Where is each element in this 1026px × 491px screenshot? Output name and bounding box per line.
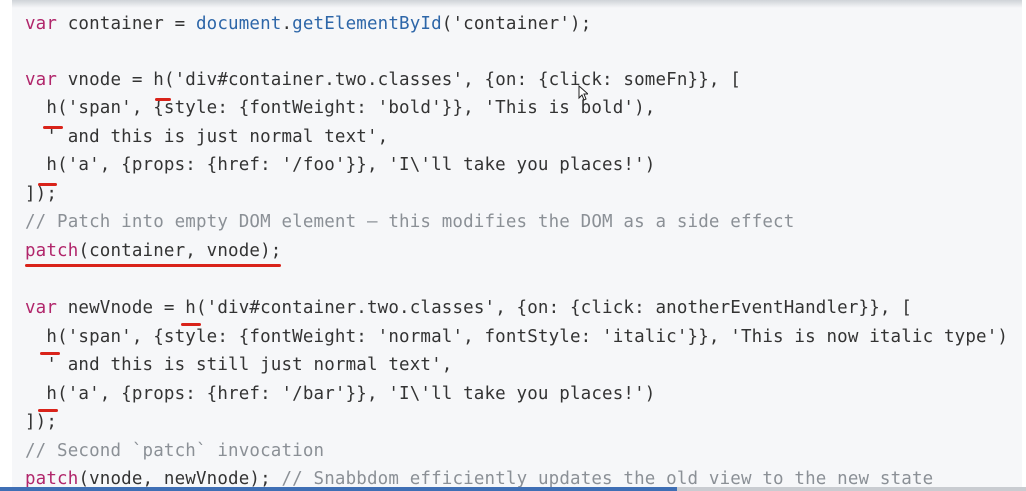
code-line: ' and this is just normal text', [25,123,388,151]
video-progress-fill [0,487,678,491]
code-token: // Second `patch` invocation [25,441,325,461]
code-token: document [195,14,282,34]
annotation-underline-h-5 [40,352,60,355]
code-token: patch [25,241,79,261]
code-token: (vnode, newVnode); [78,469,282,489]
code-token: h [153,70,164,90]
code-token: vnode = [57,70,154,90]
code-token: ]); [25,184,58,204]
annotation-underline-h-4 [181,323,201,326]
code-token: h [25,327,58,347]
code-token: container = [57,14,196,34]
code-token: ('a', {props: {href: '/bar'}}, 'I\'ll ta… [57,384,656,404]
code-token: h [25,384,58,404]
code-line: var vnode = h('div#container.two.classes… [25,66,741,94]
code-token: ('a', {props: {href: '/foo'}}, 'I\'ll ta… [57,155,656,175]
code-token: var [25,70,58,90]
code-token: ('span', {style: {fontWeight: 'bold'}}, … [57,98,656,118]
annotation-underline-h-3 [38,183,57,186]
code-line: var container = document.getElementById(… [25,10,591,38]
code-token: (container, vnode); [78,241,282,261]
annotation-underline-h-2 [43,126,63,129]
code-token: . [281,14,293,34]
code-viewer: var container = document.getElementById(… [0,0,1026,491]
code-line: // Second `patch` invocation [25,437,324,465]
mouse-pointer-icon [578,85,588,101]
code-token: var [25,14,58,34]
code-token: ' and this is still just normal text', [25,355,453,375]
code-token: newVnode = [57,298,186,318]
code-token: ('div#container.two.classes', {on: {clic… [195,298,912,318]
code-token: getElementById [292,14,442,34]
annotation-underline-h-1 [155,98,171,101]
code-token: h [25,98,58,118]
code-token: h [185,298,196,318]
code-token: // Patch into empty DOM element – this m… [25,212,795,232]
code-token: ]); [25,412,58,432]
annotation-underline-patch [25,264,281,267]
code-token: var [25,298,58,318]
code-block: var container = document.getElementById(… [0,0,1026,491]
code-token: ('container'); [441,14,592,34]
code-line: var newVnode = h('div#container.two.clas… [25,294,912,322]
code-token: ('div#container.two.classes', {on: {clic… [163,70,741,90]
annotation-underline-h-6 [38,409,58,412]
code-line: ' and this is still just normal text', [25,351,452,379]
video-progress-bar[interactable] [0,487,1026,491]
code-line: h('a', {props: {href: '/foo'}}, 'I\'ll t… [25,151,655,179]
code-token: ('span', {style: {fontWeight: 'normal', … [57,327,1009,347]
code-line: h('a', {props: {href: '/bar'}}, 'I\'ll t… [25,380,655,408]
code-line: h('span', {style: {fontWeight: 'bold'}},… [25,94,655,122]
code-token: h [25,155,58,175]
code-token: patch [25,469,79,489]
code-token: ' and this is just normal text', [25,127,389,147]
code-line: patch(container, vnode); [25,237,281,265]
code-line: ]); [25,408,57,436]
code-line: // Patch into empty DOM element – this m… [25,208,794,236]
code-token: // Snabbdom efficiently updates the old … [281,469,934,489]
code-line: h('span', {style: {fontWeight: 'normal',… [25,323,1008,351]
